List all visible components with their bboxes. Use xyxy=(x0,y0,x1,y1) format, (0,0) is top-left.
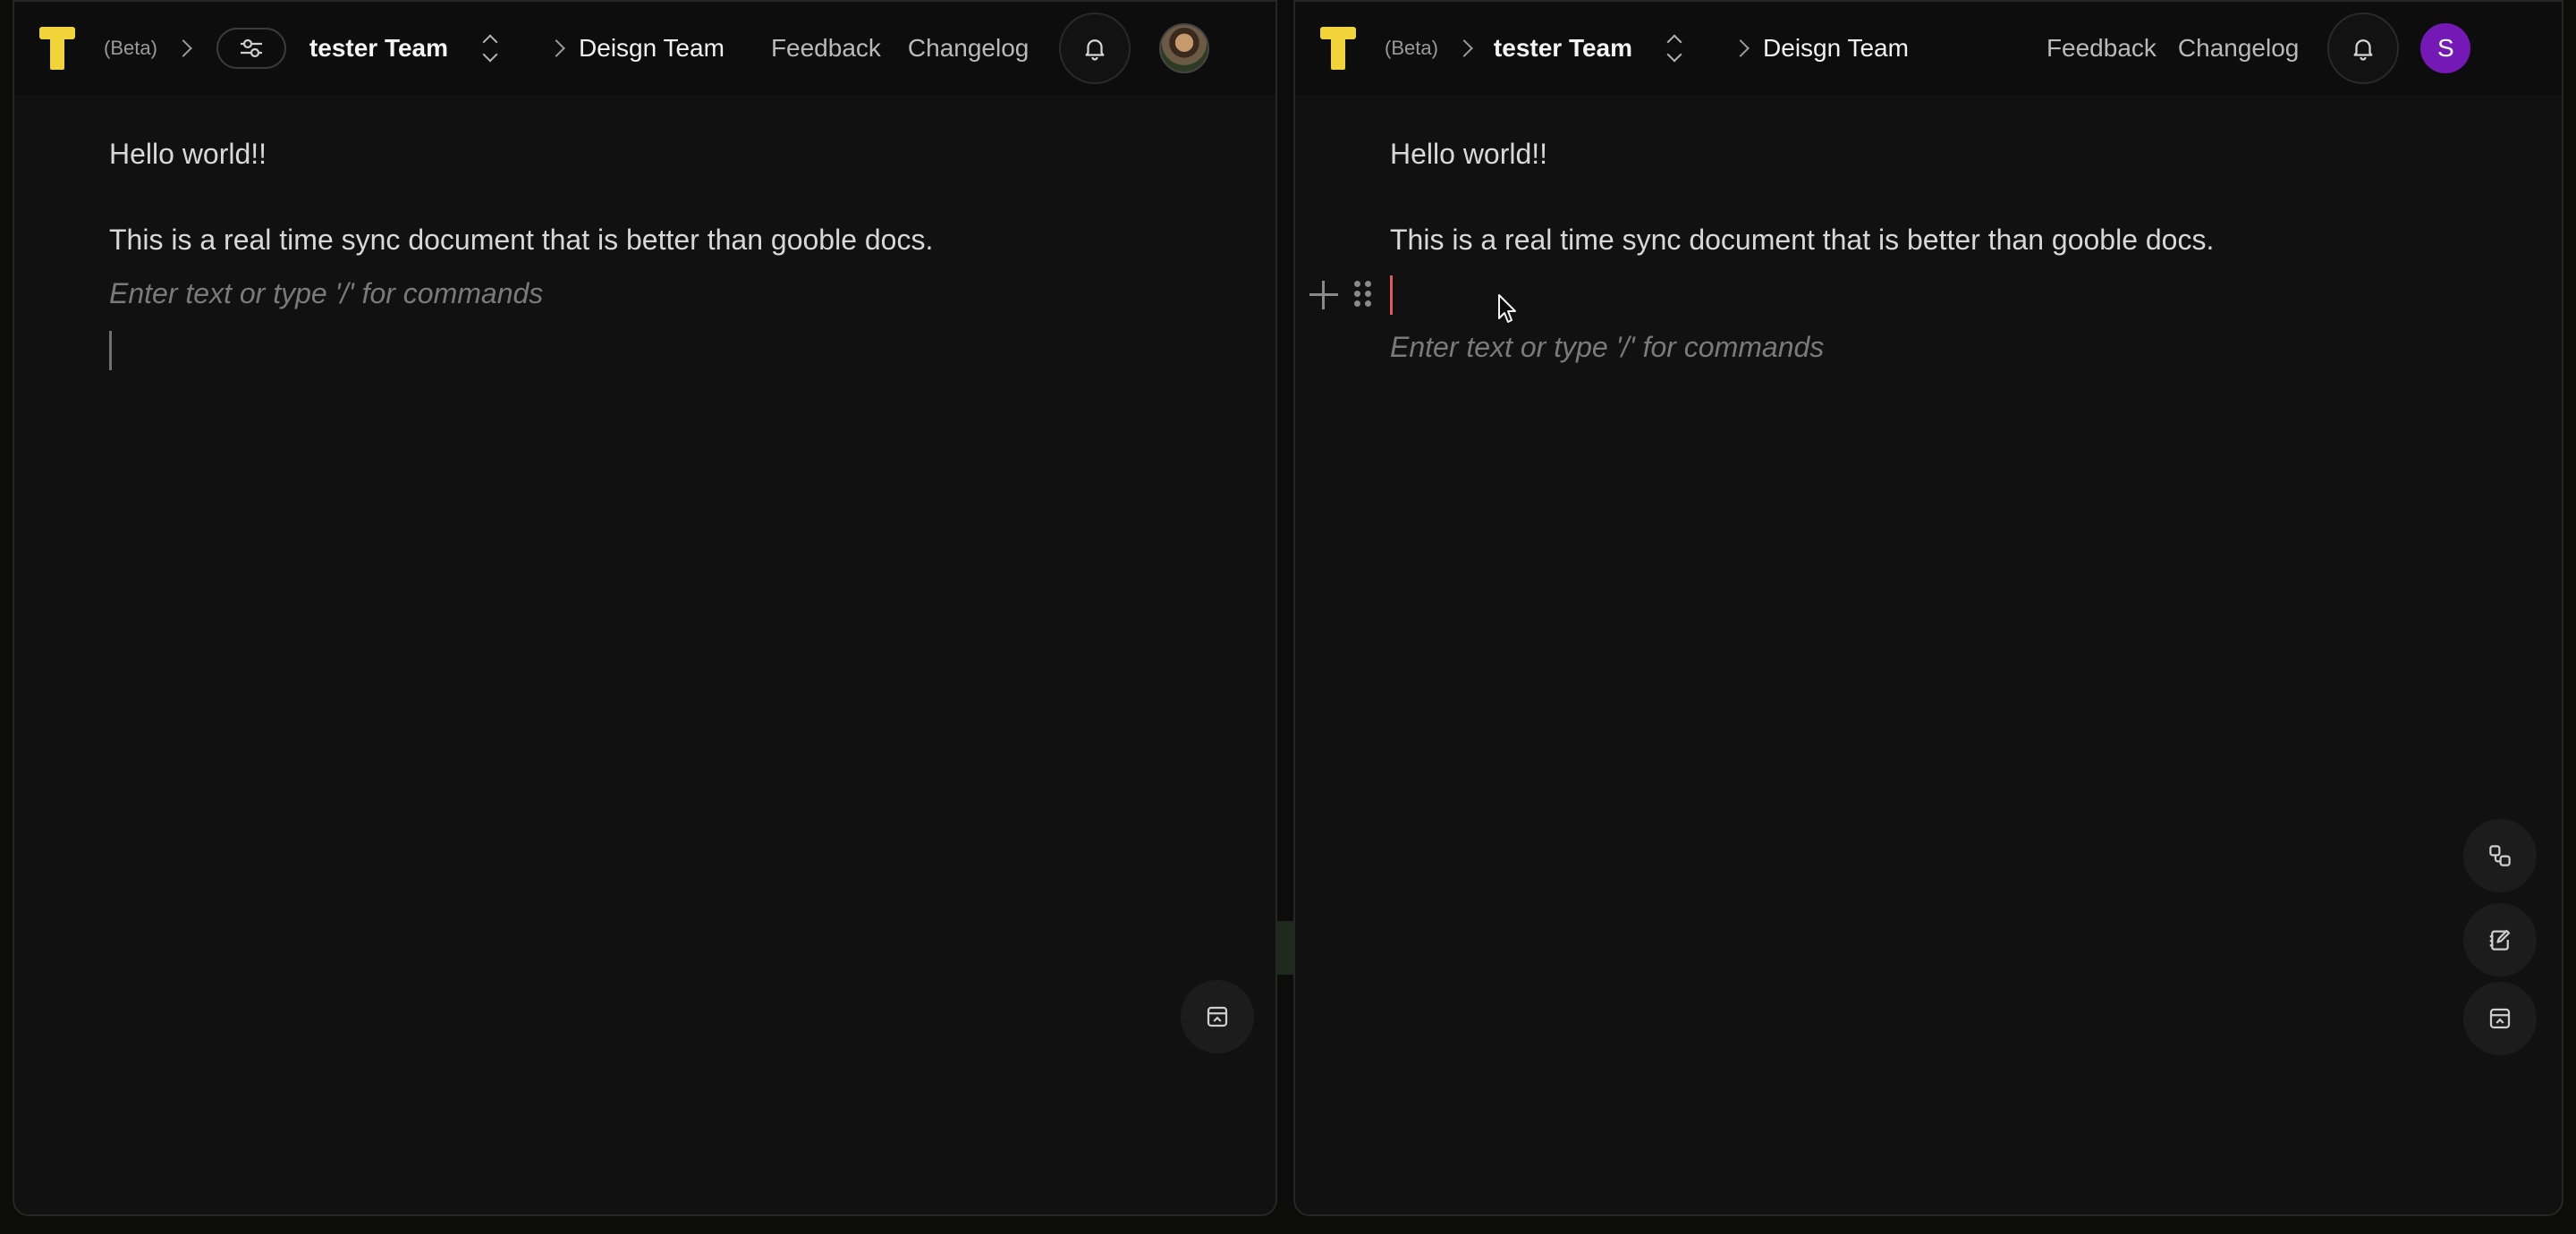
left-editor-window: (Beta) tester Team Deisgn Team Feedback … xyxy=(13,0,1277,1216)
sub-team-name[interactable]: Deisgn Team xyxy=(1763,34,1909,63)
sliders-icon xyxy=(240,38,262,58)
shapes-button[interactable] xyxy=(2463,819,2537,892)
user-avatar[interactable] xyxy=(1159,23,1210,73)
empty-block-placeholder[interactable]: Enter text or type '/' for commands xyxy=(1390,331,1824,364)
top-navigation: (Beta) tester Team Deisgn Team Feedback … xyxy=(14,2,1275,95)
user-avatar[interactable]: S xyxy=(2420,23,2471,73)
shapes-icon xyxy=(2489,845,2511,866)
text-caret xyxy=(1390,275,1393,315)
document-editor[interactable]: Hello world!! This is a real time sync d… xyxy=(14,95,1275,1214)
edit-note-icon xyxy=(2489,929,2511,951)
layout-panel-button[interactable] xyxy=(2463,982,2537,1055)
team-name[interactable]: tester Team xyxy=(1494,34,1632,63)
doc-line-2[interactable]: This is a real time sync document that i… xyxy=(109,224,933,257)
feedback-link[interactable]: Feedback xyxy=(2046,34,2157,63)
bell-icon xyxy=(1085,39,1105,61)
changelog-link[interactable]: Changelog xyxy=(908,34,1029,63)
top-navigation: (Beta) tester Team Deisgn Team Feedback … xyxy=(1295,2,2562,95)
changelog-link[interactable]: Changelog xyxy=(2178,34,2299,63)
document-editor[interactable]: Hello world!! This is a real time sync d… xyxy=(1295,95,2562,1214)
doc-line-1[interactable]: Hello world!! xyxy=(1390,138,1547,171)
chevron-right-icon xyxy=(547,39,565,57)
bell-icon xyxy=(2353,39,2373,61)
sliders-button[interactable] xyxy=(216,28,286,69)
doc-line-2[interactable]: This is a real time sync document that i… xyxy=(1390,224,2214,257)
beta-label: (Beta) xyxy=(104,37,157,59)
layout-panel-button[interactable] xyxy=(1181,980,1254,1053)
remote-cursor-caret xyxy=(109,331,112,370)
doc-line-1[interactable]: Hello world!! xyxy=(109,138,267,171)
beta-label: (Beta) xyxy=(1385,37,1438,59)
empty-block-placeholder[interactable]: Enter text or type '/' for commands xyxy=(109,277,543,310)
chevron-right-icon xyxy=(174,39,192,57)
feedback-link[interactable]: Feedback xyxy=(771,34,881,63)
mouse-cursor-icon xyxy=(1498,294,1516,323)
notifications-button[interactable] xyxy=(2327,13,2400,84)
t-logo-icon[interactable] xyxy=(39,27,75,70)
sub-team-name[interactable]: Deisgn Team xyxy=(579,34,724,63)
layout-panel-icon xyxy=(1207,1006,1228,1027)
window-gap xyxy=(1277,921,1293,975)
edit-note-button[interactable] xyxy=(2463,903,2537,976)
app-stage: (Beta) tester Team Deisgn Team Feedback … xyxy=(0,0,2576,1234)
chevron-up-down-icon[interactable] xyxy=(480,33,500,63)
chevron-up-down-icon[interactable] xyxy=(1665,33,1684,63)
right-editor-window: (Beta) tester Team Deisgn Team Feedback … xyxy=(1293,0,2563,1216)
chevron-right-icon xyxy=(1455,39,1473,57)
drag-handle-icon[interactable] xyxy=(1354,281,1372,308)
layout-panel-icon xyxy=(2489,1008,2511,1029)
team-name[interactable]: tester Team xyxy=(309,34,448,63)
t-logo-icon[interactable] xyxy=(1320,27,1356,70)
chevron-right-icon xyxy=(1732,39,1750,57)
plus-icon[interactable] xyxy=(1309,281,1338,309)
notifications-button[interactable] xyxy=(1059,13,1131,84)
